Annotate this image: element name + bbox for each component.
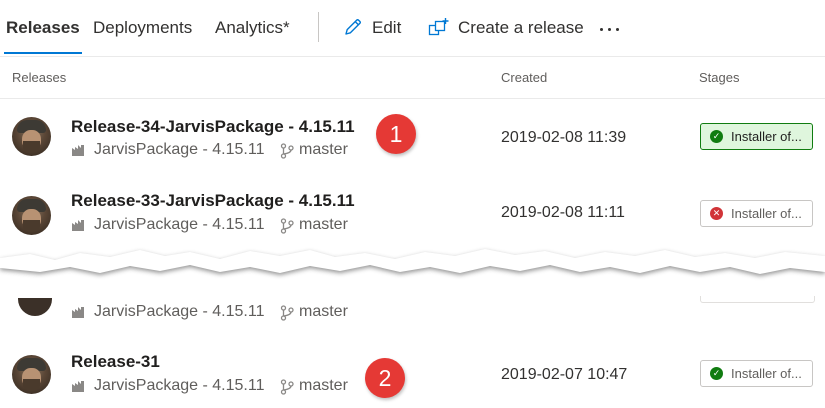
branch-icon	[280, 305, 294, 321]
release-title-link[interactable]: Release-33-JarvisPackage - 4.15.11	[71, 191, 355, 211]
branch-name: master	[299, 377, 348, 394]
release-pipeline-view: Releases Deployments Analytics* Edit Cre…	[0, 0, 825, 408]
stage-name: Installer of...	[731, 206, 802, 221]
created-date: 2019-02-07 10:47	[501, 366, 628, 383]
package-icon	[72, 307, 84, 318]
toolbar-divider	[318, 12, 319, 42]
error-circle-icon: ✕	[710, 207, 723, 220]
create-release-button[interactable]: Create a release	[428, 16, 584, 40]
created-date: 2019-02-08 11:39	[501, 129, 627, 146]
create-release-icon	[428, 18, 449, 36]
tab-analytics-label: Analytics*	[215, 18, 290, 37]
tab-releases-label: Releases	[6, 18, 80, 37]
branch-name: master	[299, 303, 348, 320]
avatar	[12, 355, 51, 394]
tab-deployments-label: Deployments	[93, 18, 193, 37]
package-version: JarvisPackage - 4.15.11	[94, 303, 265, 320]
release-row[interactable]: JarvisPackage - 4.15.11 master	[0, 280, 825, 340]
more-options-button[interactable]	[598, 16, 624, 40]
tab-analytics[interactable]: Analytics*	[215, 16, 290, 40]
stage-name: Installer of...	[731, 366, 802, 381]
branch-icon	[280, 379, 294, 395]
column-header-stages[interactable]: Stages	[699, 70, 739, 85]
stage-status-button[interactable]: ✕ Installer of...	[700, 200, 813, 227]
package-version: JarvisPackage - 4.15.11	[94, 141, 265, 158]
release-title-link[interactable]: Release-31	[71, 352, 160, 372]
create-release-label: Create a release	[458, 18, 584, 37]
branch-name: master	[299, 141, 348, 158]
stage-name: Installer of...	[731, 129, 802, 144]
check-circle-icon: ✓	[710, 367, 723, 380]
package-version: JarvisPackage - 4.15.11	[94, 377, 265, 394]
package-icon	[72, 381, 84, 392]
avatar	[12, 117, 51, 156]
callout-badge: 2	[365, 358, 405, 398]
stage-status-button[interactable]: ✓ Installer of...	[700, 123, 813, 150]
active-tab-indicator	[4, 52, 82, 54]
release-meta: JarvisPackage - 4.15.11 master	[71, 302, 371, 322]
avatar	[18, 298, 52, 320]
release-meta: JarvisPackage - 4.15.11 master	[71, 376, 371, 396]
stage-status-button[interactable]: ✓ Installer of...	[700, 360, 813, 387]
release-meta: JarvisPackage - 4.15.11 master	[71, 140, 371, 160]
callout-badge: 1	[376, 114, 416, 154]
tab-releases[interactable]: Releases	[4, 16, 82, 54]
package-icon	[72, 145, 84, 156]
column-header-releases[interactable]: Releases	[12, 70, 66, 85]
created-date: 2019-02-08 11:11	[501, 204, 625, 221]
edit-button[interactable]: Edit	[343, 16, 403, 40]
check-circle-icon: ✓	[710, 130, 723, 143]
pencil-icon	[345, 19, 361, 35]
tab-deployments[interactable]: Deployments	[93, 16, 192, 40]
release-row[interactable]: Release-31 JarvisPackage - 4.15.11 maste…	[0, 338, 825, 408]
branch-icon	[280, 143, 294, 159]
column-header-created[interactable]: Created	[501, 70, 547, 85]
stage-status-button-partial	[700, 296, 815, 303]
toolbar: Releases Deployments Analytics* Edit Cre…	[0, 0, 825, 57]
release-row[interactable]: Release-34-JarvisPackage - 4.15.11 Jarvi…	[0, 99, 825, 179]
edit-button-label: Edit	[372, 18, 402, 37]
release-title-link[interactable]: Release-34-JarvisPackage - 4.15.11	[71, 117, 355, 137]
